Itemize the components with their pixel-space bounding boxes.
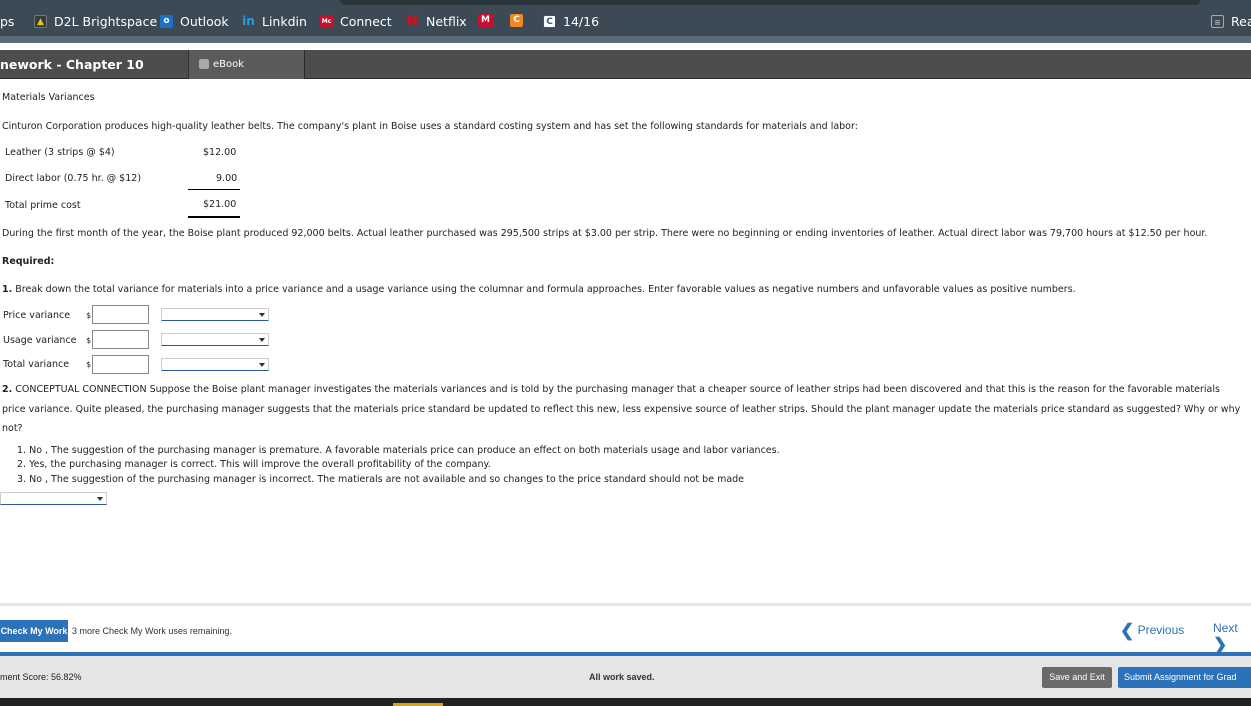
bookmark-label: D2L Brightspace bbox=[54, 14, 158, 29]
bookmark-d2l[interactable]: ▲ D2L Brightspace bbox=[34, 14, 157, 29]
total-variance-label: Total variance bbox=[3, 359, 70, 370]
question-number: 1. bbox=[2, 284, 13, 295]
bookmark-outlook[interactable]: o Outlook bbox=[160, 14, 229, 29]
question-text: CONCEPTUAL CONNECTION Suppose the Boise … bbox=[15, 384, 1220, 395]
standard-value: $21.00 bbox=[203, 199, 237, 210]
tab-chapter[interactable]: nework - Chapter 10 bbox=[0, 50, 188, 79]
assignment-score: ment Score: 56.82% bbox=[0, 672, 82, 682]
total-variance-select[interactable] bbox=[161, 358, 269, 371]
m-icon: M bbox=[478, 14, 493, 27]
usage-variance-label: Usage variance bbox=[3, 335, 77, 346]
reading-list-label: Rea bbox=[1231, 14, 1251, 29]
check-uses-remaining: 3 more Check My Work uses remaining. bbox=[72, 626, 232, 636]
bookmark-netflix[interactable]: N Netflix bbox=[406, 14, 467, 29]
bookmark-linkedin[interactable]: in Linkdin bbox=[242, 14, 307, 29]
question-number: 2. bbox=[2, 384, 13, 395]
outlook-icon: o bbox=[160, 15, 173, 28]
total-rule bbox=[188, 216, 240, 218]
bookmark-label: ps bbox=[0, 14, 15, 29]
c-orange-icon: C bbox=[510, 14, 523, 27]
bookmarks-divider bbox=[340, 0, 1200, 5]
problem-facts: During the first month of the year, the … bbox=[2, 228, 1208, 239]
bookmark-label: 14/16 bbox=[563, 14, 600, 29]
standard-label: Total prime cost bbox=[5, 200, 81, 211]
problem-heading: Materials Variances bbox=[2, 92, 95, 103]
tab-ebook-label: eBook bbox=[213, 59, 245, 70]
bookmark-c-orange[interactable]: C bbox=[510, 14, 530, 27]
standard-label: Leather (3 strips @ $4) bbox=[5, 147, 115, 158]
problem-intro: Cinturon Corporation produces high-quali… bbox=[2, 121, 858, 132]
save-status: All work saved. bbox=[589, 672, 655, 682]
currency-symbol: $ bbox=[86, 311, 92, 320]
linkedin-icon: in bbox=[242, 14, 255, 28]
bookmark-m[interactable]: M bbox=[478, 14, 500, 27]
next-button[interactable]: Next ❯ bbox=[1213, 621, 1251, 655]
bookmarks-underbar bbox=[0, 36, 1251, 43]
question-2-line2: price variance. Quite pleased, the purch… bbox=[2, 404, 1241, 415]
answer-option: 3. No , The suggestion of the purchasing… bbox=[17, 474, 745, 485]
connect-icon: Mc bbox=[320, 15, 333, 28]
chevron-left-icon: ❮ bbox=[1120, 621, 1135, 640]
conceptual-answer-select[interactable] bbox=[0, 492, 107, 505]
standard-value: $12.00 bbox=[203, 147, 237, 158]
next-label: Next bbox=[1213, 621, 1238, 635]
bookmark-label: Outlook bbox=[180, 14, 229, 29]
bookmark-label: Connect bbox=[340, 14, 392, 29]
check-my-work-button[interactable]: Check My Work bbox=[0, 620, 68, 642]
standard-value: 9.00 bbox=[216, 173, 238, 184]
answer-option: 1. No , The suggestion of the purchasing… bbox=[17, 445, 780, 456]
subtotal-rule bbox=[188, 189, 240, 190]
bookmark-label: Linkdin bbox=[262, 14, 307, 29]
bookmark-label: Netflix bbox=[426, 14, 467, 29]
usage-variance-input[interactable] bbox=[92, 330, 149, 349]
reading-list-icon: ≡ bbox=[1211, 15, 1224, 28]
bookmark-connect[interactable]: Mc Connect bbox=[320, 14, 392, 29]
netflix-icon: N bbox=[407, 14, 418, 29]
standard-label: Direct labor (0.75 hr. @ $12) bbox=[5, 173, 142, 184]
total-variance-input[interactable] bbox=[92, 355, 149, 374]
currency-symbol: $ bbox=[86, 360, 92, 369]
d2l-icon: ▲ bbox=[34, 15, 47, 28]
usage-variance-select[interactable] bbox=[161, 333, 269, 346]
question-text: Break down the total variance for materi… bbox=[15, 284, 1076, 295]
previous-label: Previous bbox=[1137, 623, 1185, 638]
tab-ebook[interactable]: eBook bbox=[188, 50, 305, 79]
ebook-icon bbox=[199, 59, 209, 69]
price-variance-input[interactable] bbox=[92, 305, 149, 324]
save-and-exit-button[interactable]: Save and Exit bbox=[1042, 667, 1112, 688]
bookmarks-bar: ps ▲ D2L Brightspace o Outlook in Linkdin M… bbox=[0, 0, 1251, 43]
previous-button[interactable]: ❮ Previous bbox=[1120, 621, 1184, 641]
required-label: Required: bbox=[2, 256, 55, 267]
submit-assignment-button[interactable]: Submit Assignment for Grad bbox=[1118, 667, 1251, 688]
bookmark-c-blue[interactable]: C 14/16 bbox=[543, 14, 599, 29]
price-variance-select[interactable] bbox=[161, 308, 269, 321]
price-variance-label: Price variance bbox=[3, 310, 71, 321]
reading-list[interactable]: ≡ Rea bbox=[1211, 14, 1251, 29]
c-blue-icon: C bbox=[543, 15, 556, 28]
question-1: 1. Break down the total variance for mat… bbox=[2, 284, 1076, 295]
bookmark-ps[interactable]: ps bbox=[0, 14, 14, 29]
footer-separator bbox=[0, 603, 1251, 606]
question-2-line3: not? bbox=[2, 423, 23, 434]
question-2-line1: 2. CONCEPTUAL CONNECTION Suppose the Boi… bbox=[2, 384, 1220, 395]
currency-symbol: $ bbox=[86, 336, 92, 345]
answer-option: 2. Yes, the purchasing manager is correc… bbox=[17, 459, 491, 470]
taskbar-strip bbox=[0, 698, 1251, 706]
